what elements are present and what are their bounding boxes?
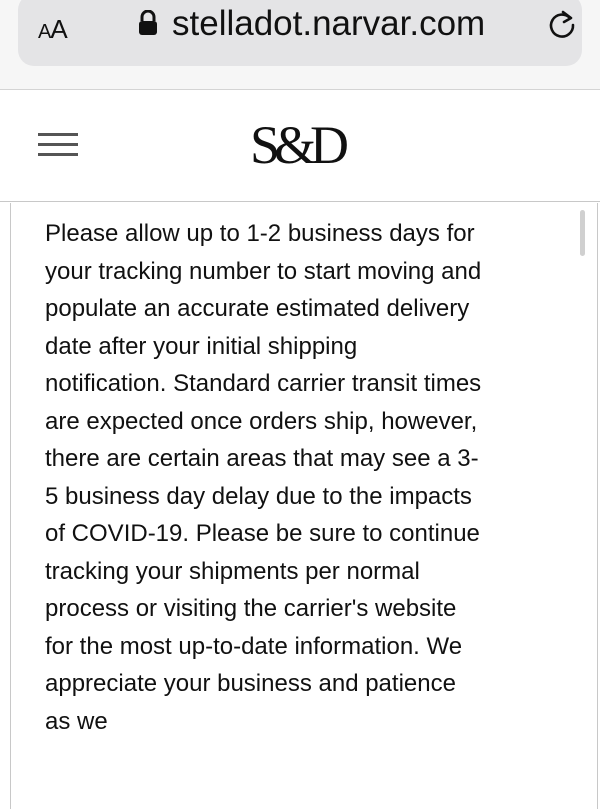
site-header: S&D — [0, 91, 600, 202]
text-size-big-label: A — [50, 14, 67, 44]
scroll-indicator[interactable] — [580, 210, 585, 256]
address-bar[interactable]: AA stelladot.narvar.com — [18, 0, 582, 66]
lock-icon — [139, 10, 157, 35]
url-text[interactable]: stelladot.narvar.com — [172, 4, 485, 44]
logo[interactable]: S&D — [248, 113, 358, 173]
menu-icon[interactable] — [38, 133, 78, 157]
text-size-small-label: A — [38, 21, 51, 43]
shipping-notice: Please allow up to 1-2 business days for… — [45, 220, 482, 735]
text-size-button[interactable]: AA — [38, 14, 68, 45]
content-panel: Please allow up to 1-2 business days for… — [10, 203, 598, 809]
reload-icon[interactable] — [546, 8, 578, 40]
logo-text: S&D — [250, 115, 347, 173]
browser-chrome: AA stelladot.narvar.com — [0, 0, 600, 90]
